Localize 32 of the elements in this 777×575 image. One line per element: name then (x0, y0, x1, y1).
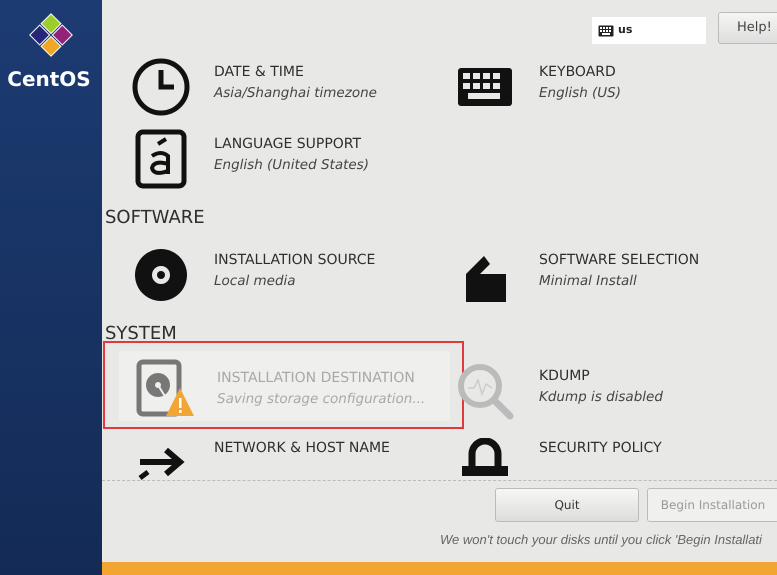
spoke-title: KEYBOARD (539, 63, 617, 82)
spoke-title: DATE & TIME (214, 63, 305, 82)
spoke-title: SECURITY POLICY (539, 439, 662, 458)
keyboard-layout-field[interactable]: us (592, 17, 706, 44)
install-note: We won't touch your disks until you click 'Begin Installati (440, 531, 764, 549)
spoke-title: SOFTWARE SELECTION (539, 251, 700, 270)
installation-spoke[interactable]: INSTALLATION SOURCE Local media (102, 250, 454, 322)
installation-spoke[interactable]: DATE & TIME Asia/Shanghai timezone (102, 62, 454, 134)
keyboard-icon (598, 24, 614, 36)
clock-icon (130, 56, 192, 118)
spoke-title: KDUMP (539, 367, 591, 386)
spoke-status: Minimal Install (539, 272, 638, 291)
logo-text: CentOS (7, 66, 91, 93)
spoke-status: English (United States) (214, 156, 369, 175)
spoke-status: Saving storage configuration... (217, 390, 426, 409)
help-button[interactable]: Help! (718, 12, 777, 44)
spoke-title: INSTALLATION DESTINATION (217, 369, 416, 388)
installation-spoke[interactable]: KEYBOARD English (US) (454, 62, 754, 134)
section-heading: SOFTWARE (104, 206, 206, 230)
spoke-status: Asia/Shanghai timezone (214, 84, 377, 103)
installation-spoke[interactable]: SOFTWARE SELECTION Minimal Install (454, 250, 754, 322)
spoke-title: INSTALLATION SOURCE (214, 251, 376, 270)
quit-button[interactable]: Quit (495, 488, 639, 522)
installation-spoke[interactable]: LANGUAGE SUPPORT English (United States) (102, 134, 454, 206)
installation-spoke[interactable]: NETWORK & HOST NAME (102, 438, 454, 480)
installation-spoke[interactable]: SECURITY POLICY (454, 438, 754, 480)
spoke-status: Local media (214, 272, 297, 291)
spoke-status: Kdump is disabled (539, 388, 663, 407)
keyboard-layout-text: us (618, 22, 632, 38)
spoke-title: NETWORK & HOST NAME (214, 439, 390, 458)
spoke-title: LANGUAGE SUPPORT (214, 135, 362, 154)
spoke-status: English (US) (539, 84, 622, 103)
